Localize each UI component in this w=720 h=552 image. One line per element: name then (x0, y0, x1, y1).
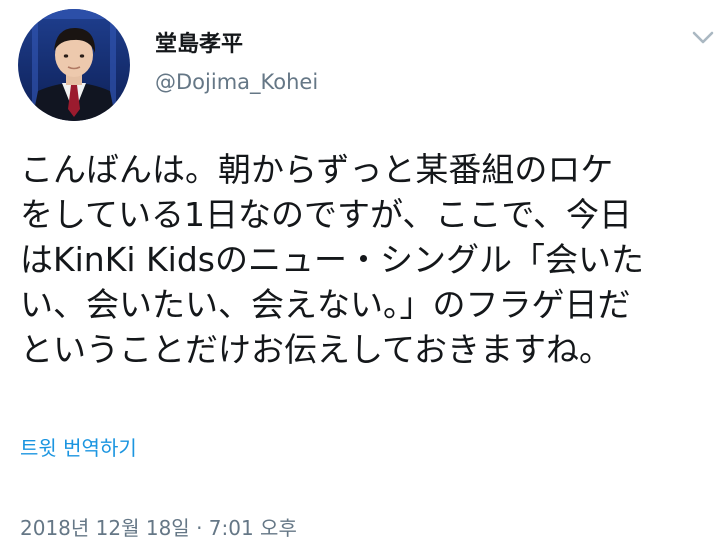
tweet-menu-button[interactable] (688, 26, 718, 50)
tweet-text: こんばんは。朝からずっと某番組のロケ をしている1日なのですが、ここで、今日 は… (20, 147, 710, 372)
tweet-text-line: こんばんは。朝からずっと某番組のロケ (20, 150, 614, 189)
tweet-text-line: はKinKi Kidsのニュー・シングル「会いた (20, 240, 644, 279)
author-display-name[interactable]: 堂島孝平 (155, 30, 243, 60)
tweet-text-line: い、会いたい、会えない。」のフラゲ日だ (20, 285, 631, 324)
profile-photo-icon (18, 9, 130, 121)
tweet-text-line: ということだけお伝えしておきますね。 (20, 330, 613, 369)
author-handle[interactable]: @Dojima_Kohei (155, 68, 318, 96)
tweet-timestamp[interactable]: 2018년 12월 18일 · 7:01 오후 (20, 514, 297, 542)
tweet-text-line: をしている1日なのですが、ここで、今日 (20, 195, 633, 234)
author-avatar[interactable] (18, 9, 130, 121)
translate-tweet-link[interactable]: 트윗 번역하기 (20, 434, 137, 462)
chevron-down-icon (692, 31, 714, 44)
